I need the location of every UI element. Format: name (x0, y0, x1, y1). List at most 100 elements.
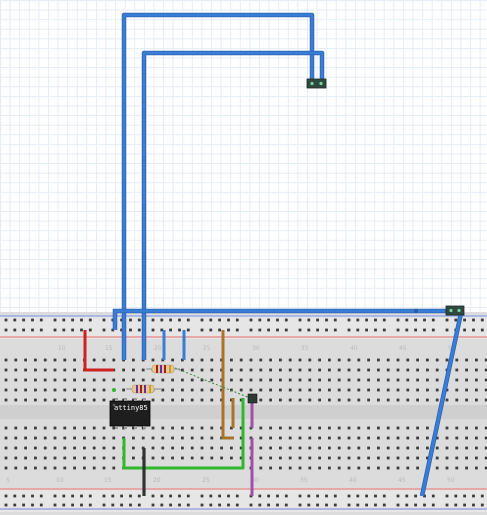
breadboard-hole[interactable] (209, 328, 213, 332)
breadboard-hole[interactable] (4, 388, 8, 392)
breadboard-hole[interactable] (396, 456, 400, 460)
breadboard-hole[interactable] (426, 398, 429, 402)
breadboard-hole[interactable] (269, 388, 272, 392)
breadboard-hole[interactable] (416, 456, 419, 460)
breadboard-hole[interactable] (288, 426, 292, 430)
breadboard-hole[interactable] (63, 466, 67, 470)
breadboard-hole[interactable] (347, 456, 351, 460)
breadboard-hole[interactable] (73, 388, 76, 392)
breadboard-hole[interactable] (435, 456, 439, 460)
breadboard-hole[interactable] (39, 328, 43, 332)
breadboard-hole[interactable] (53, 503, 57, 507)
breadboard-hole[interactable] (92, 466, 96, 470)
breadboard-hole[interactable] (445, 494, 449, 498)
breadboard-hole[interactable] (465, 446, 468, 450)
breadboard-hole[interactable] (406, 358, 410, 362)
breadboard-hole[interactable] (80, 503, 83, 507)
breadboard-hole[interactable] (249, 388, 253, 392)
breadboard-hole[interactable] (200, 368, 204, 372)
breadboard-hole[interactable] (298, 456, 302, 460)
breadboard-hole[interactable] (435, 466, 439, 470)
breadboard-hole[interactable] (269, 446, 272, 450)
breadboard-hole[interactable] (71, 503, 74, 507)
breadboard-hole[interactable] (298, 466, 302, 470)
breadboard-hole[interactable] (200, 494, 204, 498)
breadboard-hole[interactable] (431, 318, 435, 322)
breadboard-hole[interactable] (328, 368, 331, 372)
breadboard-hole[interactable] (200, 503, 204, 507)
breadboard-hole[interactable] (239, 358, 243, 362)
breadboard-hole[interactable] (377, 358, 380, 362)
breadboard-hole[interactable] (279, 368, 282, 372)
breadboard-hole[interactable] (43, 436, 47, 440)
breadboard-hole[interactable] (396, 378, 400, 382)
breadboard-hole[interactable] (259, 368, 263, 372)
breadboard-hole[interactable] (129, 318, 132, 322)
breadboard-hole[interactable] (171, 378, 174, 382)
attiny85-chip[interactable]: attiny85 (109, 398, 151, 429)
breadboard-hole[interactable] (316, 503, 319, 507)
breadboard-hole[interactable] (73, 456, 76, 460)
breadboard-hole[interactable] (386, 426, 390, 430)
breadboard-hole[interactable] (431, 328, 435, 332)
breadboard-hole[interactable] (382, 494, 386, 498)
breadboard-hole[interactable] (396, 358, 400, 362)
breadboard-hole[interactable] (318, 466, 321, 470)
breadboard-hole[interactable] (337, 368, 341, 372)
breadboard-hole[interactable] (279, 378, 282, 382)
breadboard-hole[interactable] (454, 318, 458, 322)
breadboard-hole[interactable] (227, 503, 230, 507)
breadboard-hole[interactable] (151, 378, 155, 382)
breadboard-hole[interactable] (267, 328, 270, 332)
breadboard-hole[interactable] (235, 494, 239, 498)
breadboard-hole[interactable] (200, 318, 204, 322)
breadboard-hole[interactable] (463, 494, 466, 498)
breadboard-hole[interactable] (137, 494, 141, 498)
breadboard-hole[interactable] (298, 503, 302, 507)
breadboard-hole[interactable] (337, 456, 341, 460)
breadboard-hole[interactable] (445, 456, 449, 460)
breadboard-hole[interactable] (365, 328, 368, 332)
breadboard-hole[interactable] (333, 328, 337, 332)
breadboard-hole[interactable] (426, 368, 429, 372)
breadboard-hole[interactable] (377, 388, 380, 392)
breadboard-hole[interactable] (14, 446, 18, 450)
breadboard-hole[interactable] (63, 368, 67, 372)
breadboard-hole[interactable] (377, 466, 380, 470)
breadboard-hole[interactable] (53, 328, 57, 332)
breadboard-hole[interactable] (73, 446, 76, 450)
breadboard-hole[interactable] (73, 368, 76, 372)
breadboard-hole[interactable] (435, 398, 439, 402)
breadboard-hole[interactable] (396, 436, 400, 440)
breadboard-hole[interactable] (465, 466, 468, 470)
breadboard-hole[interactable] (316, 494, 319, 498)
breadboard-hole[interactable] (129, 494, 132, 498)
breadboard-hole[interactable] (92, 378, 96, 382)
breadboard-hole[interactable] (414, 503, 417, 507)
breadboard-hole[interactable] (259, 446, 263, 450)
breadboard-hole[interactable] (279, 446, 282, 450)
breadboard-hole[interactable] (137, 328, 141, 332)
breadboard-hole[interactable] (288, 446, 292, 450)
breadboard-hole[interactable] (308, 466, 312, 470)
breadboard-hole[interactable] (220, 456, 223, 460)
breadboard-hole[interactable] (92, 358, 96, 362)
breadboard-hole[interactable] (367, 368, 370, 372)
breadboard-hole[interactable] (367, 388, 370, 392)
breadboard-hole[interactable] (386, 398, 390, 402)
breadboard-hole[interactable] (62, 494, 66, 498)
breadboard-hole[interactable] (328, 378, 331, 382)
breadboard-hole[interactable] (284, 328, 288, 332)
breadboard-hole[interactable] (13, 494, 17, 498)
breadboard-hole[interactable] (367, 426, 370, 430)
breadboard-canvas[interactable]: 10 15 20 25 30 35 40 45 50 5 10 15 20 25… (0, 0, 487, 515)
breadboard-hole[interactable] (4, 494, 8, 498)
breadboard-hole[interactable] (31, 318, 34, 322)
breadboard-hole[interactable] (4, 466, 8, 470)
breadboard-hole[interactable] (406, 466, 410, 470)
breadboard-hole[interactable] (279, 436, 282, 440)
breadboard-hole[interactable] (210, 456, 214, 460)
breadboard-hole[interactable] (249, 318, 253, 322)
breadboard-hole[interactable] (83, 388, 86, 392)
breadboard-hole[interactable] (83, 378, 86, 382)
